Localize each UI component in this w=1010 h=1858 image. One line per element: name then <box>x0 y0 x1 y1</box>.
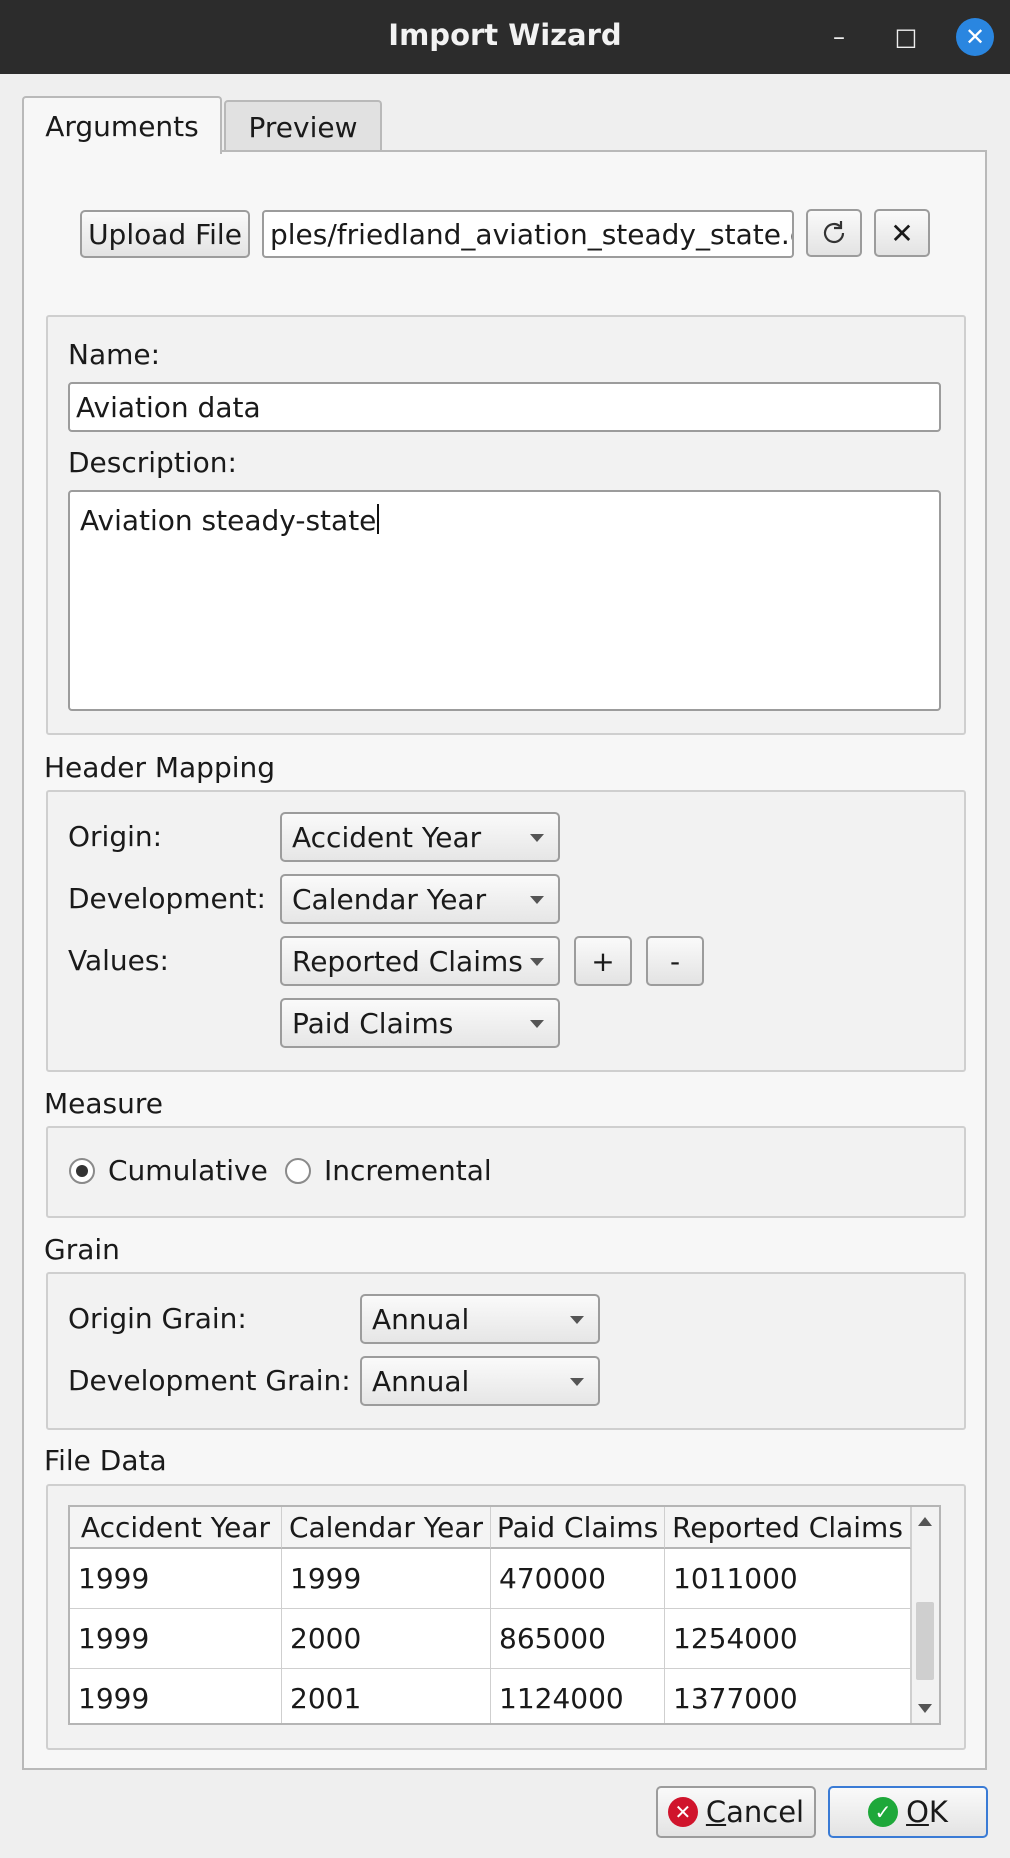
header-mapping-title: Header Mapping <box>44 751 276 784</box>
origin-select[interactable]: Accident Year <box>280 812 560 862</box>
maximize-button[interactable]: □ <box>889 20 923 54</box>
development-select-value: Calendar Year <box>292 882 487 916</box>
minimize-icon: – <box>833 23 845 51</box>
table-cell[interactable]: 2001 <box>282 1669 491 1723</box>
file-path-value: ples/friedland_aviation_steady_state.csv <box>270 217 794 251</box>
title-bar: Import Wizard – □ ✕ <box>0 0 1010 74</box>
ok-label-rest: K <box>928 1795 948 1829</box>
ok-label: OK <box>906 1795 948 1829</box>
table-cell[interactable]: 1254000 <box>665 1609 911 1669</box>
table-cell[interactable]: 1377000 <box>665 1669 911 1723</box>
development-label: Development: <box>68 882 266 915</box>
upload-file-button[interactable]: Upload File <box>80 210 250 258</box>
ok-mnemonic: O <box>906 1795 929 1829</box>
table-cell[interactable]: 1999 <box>70 1669 282 1723</box>
column-header-reported-claims[interactable]: Reported Claims <box>665 1507 911 1549</box>
name-field[interactable]: Aviation data <box>68 382 941 432</box>
incremental-label[interactable]: Incremental <box>324 1154 492 1187</box>
chevron-down-icon <box>570 1378 584 1386</box>
table-cell[interactable]: 1999 <box>70 1549 282 1609</box>
chevron-down-icon <box>530 896 544 904</box>
file-path-field[interactable]: ples/friedland_aviation_steady_state.csv <box>262 210 794 258</box>
origin-select-value: Accident Year <box>292 820 482 854</box>
column-header-accident-year[interactable]: Accident Year <box>70 1507 282 1549</box>
column-header-paid-claims[interactable]: Paid Claims <box>491 1507 665 1549</box>
grain-title: Grain <box>44 1233 120 1266</box>
ok-button[interactable]: ✓ OK <box>828 1786 988 1838</box>
add-value-button[interactable]: + <box>574 936 632 986</box>
name-value: Aviation data <box>76 390 261 424</box>
text-cursor <box>377 504 380 534</box>
column-header-calendar-year[interactable]: Calendar Year <box>282 1507 491 1549</box>
values-select-2-value: Paid Claims <box>292 1006 454 1040</box>
clear-file-button[interactable]: ✕ <box>874 209 930 257</box>
file-data-title: File Data <box>44 1444 167 1477</box>
scroll-thumb[interactable] <box>916 1602 934 1680</box>
clear-icon: ✕ <box>890 216 914 250</box>
cancel-mnemonic: C <box>705 1795 727 1829</box>
origin-grain-label: Origin Grain: <box>68 1302 247 1335</box>
development-grain-value: Annual <box>372 1364 470 1398</box>
table-vertical-scrollbar[interactable] <box>911 1507 939 1723</box>
refresh-button[interactable] <box>806 209 862 257</box>
cumulative-label[interactable]: Cumulative <box>108 1154 268 1187</box>
table-cell[interactable]: 1999 <box>282 1549 491 1609</box>
values-label: Values: <box>68 944 169 977</box>
table-cell[interactable]: 2000 <box>282 1609 491 1669</box>
origin-grain-select[interactable]: Annual <box>360 1294 600 1344</box>
maximize-icon: □ <box>894 23 918 51</box>
description-value: Aviation steady-state <box>80 504 377 537</box>
values-select-1-value: Reported Claims <box>292 944 523 978</box>
ok-check-icon: ✓ <box>868 1797 899 1827</box>
measure-title: Measure <box>44 1087 163 1120</box>
chevron-down-icon <box>530 958 544 966</box>
cancel-label-rest: ancel <box>726 1795 805 1829</box>
refresh-icon <box>823 221 845 244</box>
development-select[interactable]: Calendar Year <box>280 874 560 924</box>
origin-grain-value: Annual <box>372 1302 470 1336</box>
development-grain-select[interactable]: Annual <box>360 1356 600 1406</box>
incremental-radio[interactable] <box>285 1158 311 1184</box>
origin-label: Origin: <box>68 820 163 853</box>
cancel-icon: ✕ <box>667 1797 698 1827</box>
close-icon: ✕ <box>964 23 986 51</box>
scroll-down-icon[interactable] <box>918 1704 932 1713</box>
name-label: Name: <box>68 338 161 371</box>
minimize-button[interactable]: – <box>822 20 856 54</box>
close-window-button[interactable]: ✕ <box>956 18 994 56</box>
tab-arguments[interactable]: Arguments <box>22 96 222 154</box>
values-select-2[interactable]: Paid Claims <box>280 998 560 1048</box>
table-cell[interactable]: 865000 <box>491 1609 665 1669</box>
file-data-table[interactable]: Accident Year Calendar Year Paid Claims … <box>68 1505 941 1725</box>
window-title: Import Wizard <box>388 18 622 52</box>
chevron-down-icon <box>530 1020 544 1028</box>
development-grain-label: Development Grain: <box>68 1364 351 1397</box>
cancel-button[interactable]: ✕ Cancel <box>656 1786 816 1838</box>
remove-value-button[interactable]: - <box>646 936 704 986</box>
description-field[interactable]: Aviation steady-state <box>68 490 941 711</box>
cancel-label: Cancel <box>706 1795 804 1829</box>
table-cell[interactable]: 1999 <box>70 1609 282 1669</box>
scroll-up-icon[interactable] <box>918 1517 932 1526</box>
table-cell[interactable]: 1011000 <box>665 1549 911 1609</box>
table-cell[interactable]: 1124000 <box>491 1669 665 1723</box>
chevron-down-icon <box>530 834 544 842</box>
values-select-1[interactable]: Reported Claims <box>280 936 560 986</box>
description-label: Description: <box>68 446 237 479</box>
tab-preview[interactable]: Preview <box>224 100 382 152</box>
chevron-down-icon <box>570 1316 584 1324</box>
table-cell[interactable]: 470000 <box>491 1549 665 1609</box>
cumulative-radio[interactable] <box>69 1158 95 1184</box>
